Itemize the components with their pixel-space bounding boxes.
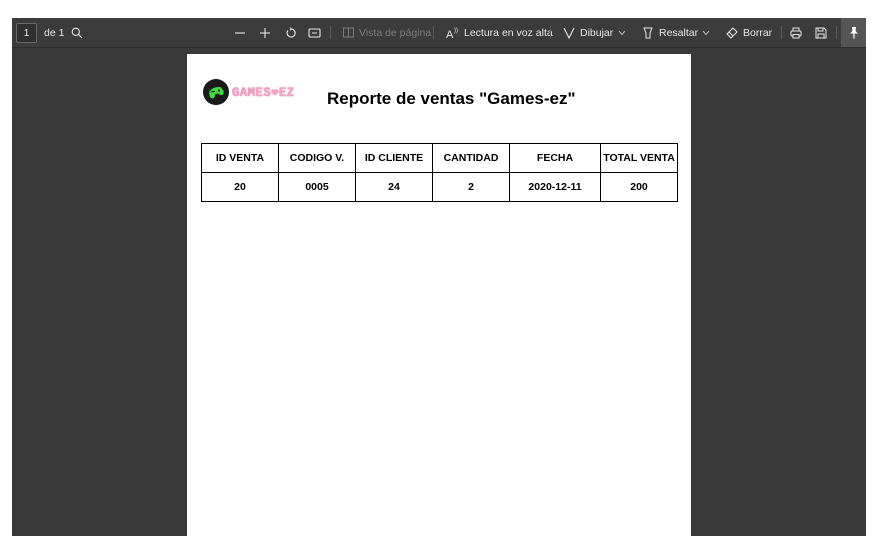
read-aloud-icon: A )): [446, 28, 458, 39]
toolbar-divider: [781, 26, 782, 39]
toolbar-divider: [433, 26, 434, 39]
draw-options-dropdown[interactable]: [618, 18, 626, 47]
draw-button[interactable]: Dibujar: [563, 18, 613, 47]
table-cell: 2: [432, 172, 510, 202]
svg-text:)): )): [454, 28, 458, 34]
logo-text: GAMES❤EZ: [232, 86, 295, 100]
column-header: FECHA: [509, 143, 601, 173]
table-cell: 200: [600, 172, 678, 202]
column-header: CANTIDAD: [432, 143, 510, 173]
fit-page-button[interactable]: [308, 18, 321, 47]
print-button[interactable]: [790, 18, 802, 47]
rotate-button[interactable]: [285, 18, 297, 47]
svg-text:A: A: [446, 29, 454, 39]
search-button[interactable]: [71, 18, 83, 47]
fit-page-icon: [308, 27, 321, 38]
zoom-out-button[interactable]: [234, 18, 246, 47]
draw-icon: [563, 27, 575, 39]
toolbar-divider: [836, 26, 837, 39]
toolbar-divider: [550, 26, 551, 39]
page-view-button[interactable]: Vista de página: [343, 18, 431, 47]
read-aloud-button[interactable]: A )) Lectura en voz alta: [446, 18, 553, 47]
table-row: 20 0005 24 2 2020-12-11 200: [201, 172, 678, 202]
plus-icon: [260, 27, 270, 38]
table-cell: 20: [201, 172, 279, 202]
eraser-icon: [726, 26, 738, 39]
search-icon: [71, 27, 83, 38]
chevron-down-icon: [618, 30, 626, 35]
report-title: Reporte de ventas "Games-ez": [327, 89, 576, 108]
highlight-button[interactable]: Resaltar: [642, 18, 698, 47]
page-total: de 1: [44, 26, 65, 39]
table-header-row: ID VENTA CODIGO V. ID CLIENTE CANTIDAD F…: [201, 143, 678, 173]
pdf-page: GAMES❤EZ Reporte de ventas "Games-ez" ID…: [187, 54, 691, 536]
sales-table: ID VENTA CODIGO V. ID CLIENTE CANTIDAD F…: [201, 143, 678, 202]
column-header: TOTAL VENTA: [600, 143, 678, 173]
chevron-down-icon: [702, 30, 710, 35]
toolbar-divider: [330, 26, 331, 39]
table-cell: 24: [355, 172, 433, 202]
pdf-viewer: 1 de 1 Vista de página A)) Lectura en v…: [12, 18, 866, 536]
page-number-input[interactable]: 1: [16, 23, 37, 43]
pdf-toolbar: 1 de 1 Vista de página A)) Lectura en v…: [12, 18, 866, 48]
document-canvas[interactable]: GAMES❤EZ Reporte de ventas "Games-ez" ID…: [12, 48, 866, 536]
column-header: ID CLIENTE: [355, 143, 433, 173]
pin-toolbar-button[interactable]: [841, 18, 866, 47]
gamepad-icon: [203, 79, 229, 105]
page-number-value: 1: [23, 27, 30, 39]
games-ez-logo: GAMES❤EZ: [203, 79, 294, 105]
save-button[interactable]: [815, 18, 827, 47]
page-view-icon: [343, 27, 354, 38]
table-cell: 2020-12-11: [509, 172, 601, 202]
erase-button[interactable]: Borrar: [726, 18, 772, 47]
save-icon: [815, 27, 827, 38]
print-icon: [790, 27, 802, 38]
table-cell: 0005: [278, 172, 356, 202]
highlight-options-dropdown[interactable]: [702, 18, 710, 47]
highlighter-icon: [643, 27, 653, 38]
column-header: ID VENTA: [201, 143, 279, 173]
rotate-icon: [286, 26, 296, 38]
minus-icon: [235, 31, 245, 34]
zoom-in-button[interactable]: [259, 18, 271, 47]
pin-icon: [849, 27, 858, 39]
column-header: CODIGO V.: [278, 143, 356, 173]
